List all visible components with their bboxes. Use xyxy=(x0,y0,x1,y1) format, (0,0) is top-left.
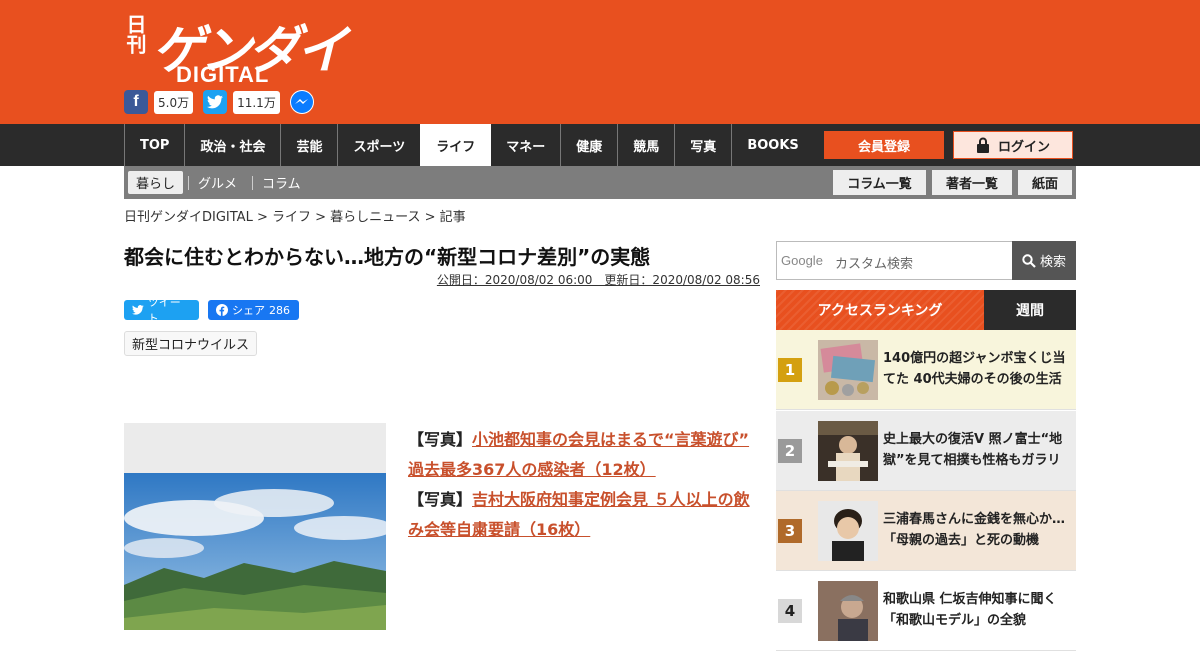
facebook-count: 5.0万 xyxy=(154,90,194,114)
register-button[interactable]: 会員登録 xyxy=(824,131,944,159)
nav-item-money[interactable]: マネー xyxy=(491,124,560,166)
site-logo[interactable]: 日刊 ゲンダイ DIGITAL xyxy=(123,10,348,87)
site-header: 日刊 ゲンダイ DIGITAL f 5.0万 11.1万 xyxy=(0,0,1200,124)
search-brand: Google xyxy=(781,253,823,268)
search-button[interactable]: 検索 xyxy=(1012,241,1076,280)
paper-button[interactable]: 紙面 xyxy=(1018,170,1072,195)
related-item: 【写真】小池都知事の会見はまるで“言葉遊び” 過去最多367人の感染者（12枚） xyxy=(408,425,762,485)
rank-number: 4 xyxy=(778,599,802,623)
ranking-item[interactable]: 4 和歌山県 仁坂吉伸知事に聞く「和歌山モデル」の全貌 xyxy=(776,571,1076,651)
article-tag[interactable]: 新型コロナウイルス xyxy=(124,331,258,356)
twitter-count: 11.1万 xyxy=(233,90,280,114)
ranking-thumbnail xyxy=(818,501,878,561)
twitter-icon xyxy=(132,305,144,315)
rank-number: 3 xyxy=(778,519,802,543)
related-prefix: 【写真】 xyxy=(408,490,473,509)
ranking-item[interactable]: 2 史上最大の復活V 照ノ富士“地獄”を見て相撲も性格もガラリ xyxy=(776,411,1076,491)
search-input[interactable]: カスタム検索 xyxy=(835,253,913,272)
nav-item-entertainment[interactable]: 芸能 xyxy=(280,124,337,166)
nav-item-photo[interactable]: 写真 xyxy=(674,124,731,166)
related-links: 【写真】小池都知事の会見はまるで“言葉遊び” 過去最多367人の感染者（12枚）… xyxy=(408,425,762,545)
search-icon xyxy=(1022,253,1036,268)
facebook-icon xyxy=(216,304,228,316)
share-label: シェア xyxy=(232,304,265,317)
nav-item-politics[interactable]: 政治・社会 xyxy=(184,124,280,166)
sub-nav: 暮らし グルメ コラム コラム一覧 著者一覧 紙面 xyxy=(124,166,1076,199)
related-prefix: 【写真】 xyxy=(408,430,473,449)
rank-number: 2 xyxy=(778,439,802,463)
column-list-button[interactable]: コラム一覧 xyxy=(833,170,926,195)
search-button-label: 検索 xyxy=(1039,255,1066,270)
ranking-thumbnail xyxy=(818,421,878,481)
ranking-item[interactable]: 3 三浦春馬さんに金銭を無心か…「母親の過去」と死の動機 xyxy=(776,491,1076,571)
tweet-button[interactable]: ツイート xyxy=(124,296,199,325)
ranking-item[interactable]: 1 140億円の超ジャンボ宝くじ当てた 40代夫婦のその後の生活 xyxy=(776,330,1076,410)
article-dates: 公開日：2020/08/02 06:00 更新日：2020/08/02 08:5… xyxy=(436,273,760,287)
article-photo[interactable] xyxy=(124,423,386,630)
ranking-thumbnail xyxy=(818,581,878,641)
lock-icon xyxy=(976,137,989,153)
twitter-icon[interactable] xyxy=(203,90,228,114)
subnav-item-gourmet[interactable]: グルメ xyxy=(198,171,237,194)
ranking-title: 140億円の超ジャンボ宝くじ当てた 40代夫婦のその後の生活 xyxy=(883,351,1066,387)
search-box[interactable]: Google カスタム検索 検索 xyxy=(776,241,1076,280)
ranking-title: 和歌山県 仁坂吉伸知事に聞く「和歌山モデル」の全貌 xyxy=(883,592,1057,628)
subnav-item-kurashi[interactable]: 暮らし xyxy=(128,171,184,194)
nav-item-sports[interactable]: スポーツ xyxy=(337,124,420,166)
subnav-divider xyxy=(188,176,189,190)
facebook-icon[interactable]: f xyxy=(124,90,148,114)
subnav-item-column[interactable]: コラム xyxy=(262,171,301,194)
nav-item-top[interactable]: TOP xyxy=(124,124,184,166)
tweet-label: ツイート xyxy=(147,296,181,325)
ranking-thumbnail xyxy=(818,340,878,400)
subnav-divider xyxy=(252,176,253,190)
ranking-tabs: アクセスランキング 週間 xyxy=(776,290,1076,330)
tab-access-ranking[interactable]: アクセスランキング xyxy=(776,290,984,330)
nav-item-health[interactable]: 健康 xyxy=(560,124,617,166)
landscape-photo xyxy=(124,473,386,630)
messenger-icon[interactable] xyxy=(289,90,314,114)
breadcrumb[interactable]: 日刊ゲンダイDIGITAL > ライフ > 暮らしニュース > 記事 xyxy=(124,206,466,225)
nav-item-life[interactable]: ライフ xyxy=(420,124,492,166)
logo-small-text: 日刊 xyxy=(123,14,147,54)
author-list-button[interactable]: 著者一覧 xyxy=(932,170,1012,195)
share-buttons: ツイート シェア 286 xyxy=(124,296,299,325)
nav-item-books[interactable]: BOOKS xyxy=(731,124,813,166)
nav-item-keiba[interactable]: 競馬 xyxy=(617,124,674,166)
tab-weekly[interactable]: 週間 xyxy=(984,290,1076,330)
facebook-share-button[interactable]: シェア 286 xyxy=(208,300,299,320)
logo-sub-text: DIGITAL xyxy=(176,62,270,87)
related-item: 【写真】吉村大阪府知事定例会見 ５人以上の飲み会等自粛要請（16枚） xyxy=(408,485,762,545)
ranking-title: 史上最大の復活V 照ノ富士“地獄”を見て相撲も性格もガラリ xyxy=(883,432,1063,468)
social-follow-bar: f 5.0万 11.1万 xyxy=(124,90,314,114)
login-label: ログイン xyxy=(997,139,1050,155)
article-title: 都会に住むとわからない…地方の“新型コロナ差別”の実態 xyxy=(124,245,651,269)
rank-number: 1 xyxy=(778,358,802,382)
ranking-title: 三浦春馬さんに金銭を無心か…「母親の過去」と死の動機 xyxy=(883,512,1066,548)
login-button[interactable]: ログイン xyxy=(953,131,1073,159)
share-count: 286 xyxy=(269,303,290,317)
